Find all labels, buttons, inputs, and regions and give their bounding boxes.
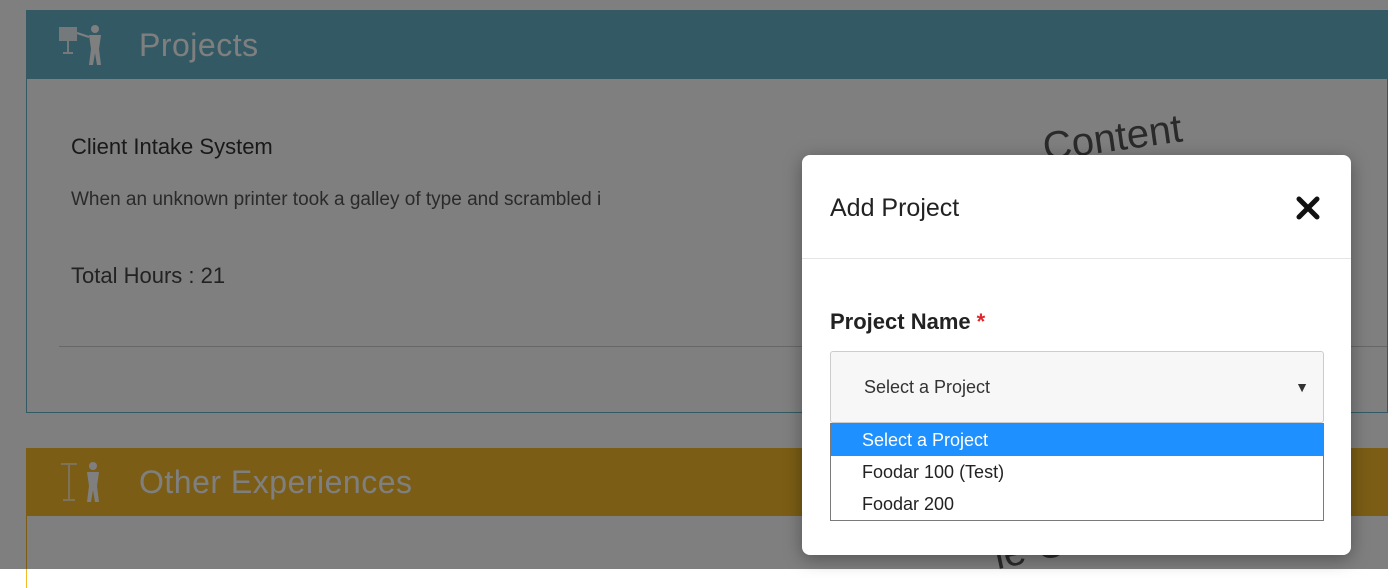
project-name-label-text: Project Name bbox=[830, 309, 971, 334]
chevron-down-icon: ▼ bbox=[1295, 379, 1309, 395]
dropdown-option[interactable]: Foodar 100 (Test) bbox=[831, 456, 1323, 488]
required-mark: * bbox=[976, 309, 986, 334]
dropdown-option[interactable]: Select a Project bbox=[831, 424, 1323, 456]
project-select-dropdown: Select a Project Foodar 100 (Test) Fooda… bbox=[830, 423, 1324, 521]
add-project-modal: Add Project Project Name * Select a Proje… bbox=[802, 155, 1351, 555]
dropdown-option[interactable]: Foodar 200 bbox=[831, 488, 1323, 520]
project-select-value: Select a Project bbox=[864, 377, 991, 397]
modal-title: Add Project bbox=[830, 194, 960, 222]
modal-header: Add Project bbox=[802, 155, 1351, 259]
project-name-label: Project Name * bbox=[830, 309, 985, 335]
close-button[interactable] bbox=[1291, 191, 1325, 225]
close-icon bbox=[1296, 196, 1320, 220]
project-select[interactable]: Select a Project ▼ bbox=[830, 351, 1324, 423]
